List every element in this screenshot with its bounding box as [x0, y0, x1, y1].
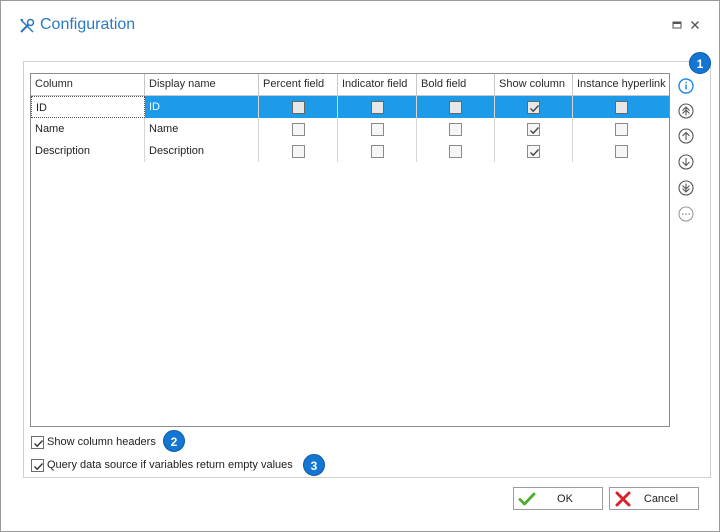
cancel-button[interactable]: Cancel — [609, 487, 699, 510]
percent-field-checkbox[interactable] — [291, 100, 305, 114]
cell-percent-field — [259, 140, 338, 162]
query-source-label: Query data source if variables return em… — [47, 459, 293, 471]
table-row[interactable]: Name Name — [31, 118, 669, 140]
cell-show-column — [495, 140, 573, 162]
header-indicator-field[interactable]: Indicator field — [338, 74, 417, 96]
cell-percent-field — [259, 96, 338, 118]
instance-hyperlink-checkbox[interactable] — [614, 122, 628, 136]
header-show-column[interactable]: Show column — [495, 74, 573, 96]
move-up-icon[interactable] — [677, 127, 695, 145]
cell-display-name[interactable]: Description — [145, 140, 259, 162]
show-column-checkbox[interactable] — [527, 122, 540, 136]
cancel-label: Cancel — [643, 493, 679, 505]
dialog-title: Configuration — [40, 16, 136, 33]
cell-bold-field — [417, 96, 495, 118]
indicator-field-checkbox[interactable] — [370, 100, 384, 114]
move-bottom-icon[interactable] — [677, 179, 695, 197]
callout-badge-2: 2 — [163, 430, 185, 452]
cell-display-name[interactable]: ID — [145, 96, 259, 118]
indicator-field-checkbox[interactable] — [370, 144, 384, 158]
maximize-icon[interactable] — [670, 18, 684, 32]
header-column[interactable]: Column — [31, 74, 145, 96]
cell-indicator-field — [338, 118, 417, 140]
configuration-dialog: Configuration Column Display name Percen… — [0, 0, 720, 532]
callout-badge-3: 3 — [303, 454, 325, 476]
cell-instance-hyperlink — [573, 96, 669, 118]
cell-percent-field — [259, 118, 338, 140]
close-icon[interactable] — [688, 18, 702, 32]
move-top-icon[interactable] — [677, 102, 695, 120]
cell-indicator-field — [338, 96, 417, 118]
percent-field-checkbox[interactable] — [291, 122, 305, 136]
bold-field-checkbox[interactable] — [449, 122, 462, 136]
header-percent-field[interactable]: Percent field — [259, 74, 338, 96]
bold-field-checkbox[interactable] — [449, 100, 462, 114]
cell-bold-field — [417, 140, 495, 162]
show-headers-checkbox[interactable] — [31, 435, 44, 449]
columns-grid[interactable]: Column Display name Percent field Indica… — [30, 73, 670, 427]
instance-hyperlink-checkbox[interactable] — [614, 144, 628, 158]
header-display-name[interactable]: Display name — [145, 74, 259, 96]
show-column-checkbox[interactable] — [527, 100, 540, 114]
callout-badge-1: 1 — [689, 52, 711, 74]
query-source-checkbox[interactable] — [31, 458, 44, 472]
header-instance-hyperlink[interactable]: Instance hyperlink — [573, 74, 669, 96]
cell-instance-hyperlink — [573, 118, 669, 140]
move-down-icon[interactable] — [677, 153, 695, 171]
cell-instance-hyperlink — [573, 140, 669, 162]
cell-column[interactable]: Description — [31, 140, 145, 162]
grid-header: Column Display name Percent field Indica… — [31, 74, 669, 96]
show-headers-label: Show column headers — [47, 436, 156, 448]
cell-bold-field — [417, 118, 495, 140]
instance-hyperlink-checkbox[interactable] — [614, 100, 628, 114]
show-headers-option[interactable]: Show column headers — [31, 434, 156, 450]
cell-indicator-field — [338, 140, 417, 162]
percent-field-checkbox[interactable] — [291, 144, 305, 158]
tools-icon — [20, 18, 35, 33]
bold-field-checkbox[interactable] — [449, 144, 462, 158]
info-icon[interactable] — [677, 77, 695, 95]
cell-column[interactable]: Name — [31, 118, 145, 140]
ok-button[interactable]: OK — [513, 487, 603, 510]
show-column-checkbox[interactable] — [527, 144, 540, 158]
table-row[interactable]: ID ID — [31, 96, 669, 118]
query-source-option[interactable]: Query data source if variables return em… — [31, 457, 293, 473]
cell-show-column — [495, 96, 573, 118]
cell-show-column — [495, 118, 573, 140]
more-icon[interactable] — [677, 205, 695, 223]
cell-column[interactable]: ID — [31, 96, 145, 118]
header-bold-field[interactable]: Bold field — [417, 74, 495, 96]
ok-label: OK — [557, 493, 573, 505]
table-row[interactable]: Description Description — [31, 140, 669, 162]
cell-display-name[interactable]: Name — [145, 118, 259, 140]
indicator-field-checkbox[interactable] — [370, 122, 384, 136]
